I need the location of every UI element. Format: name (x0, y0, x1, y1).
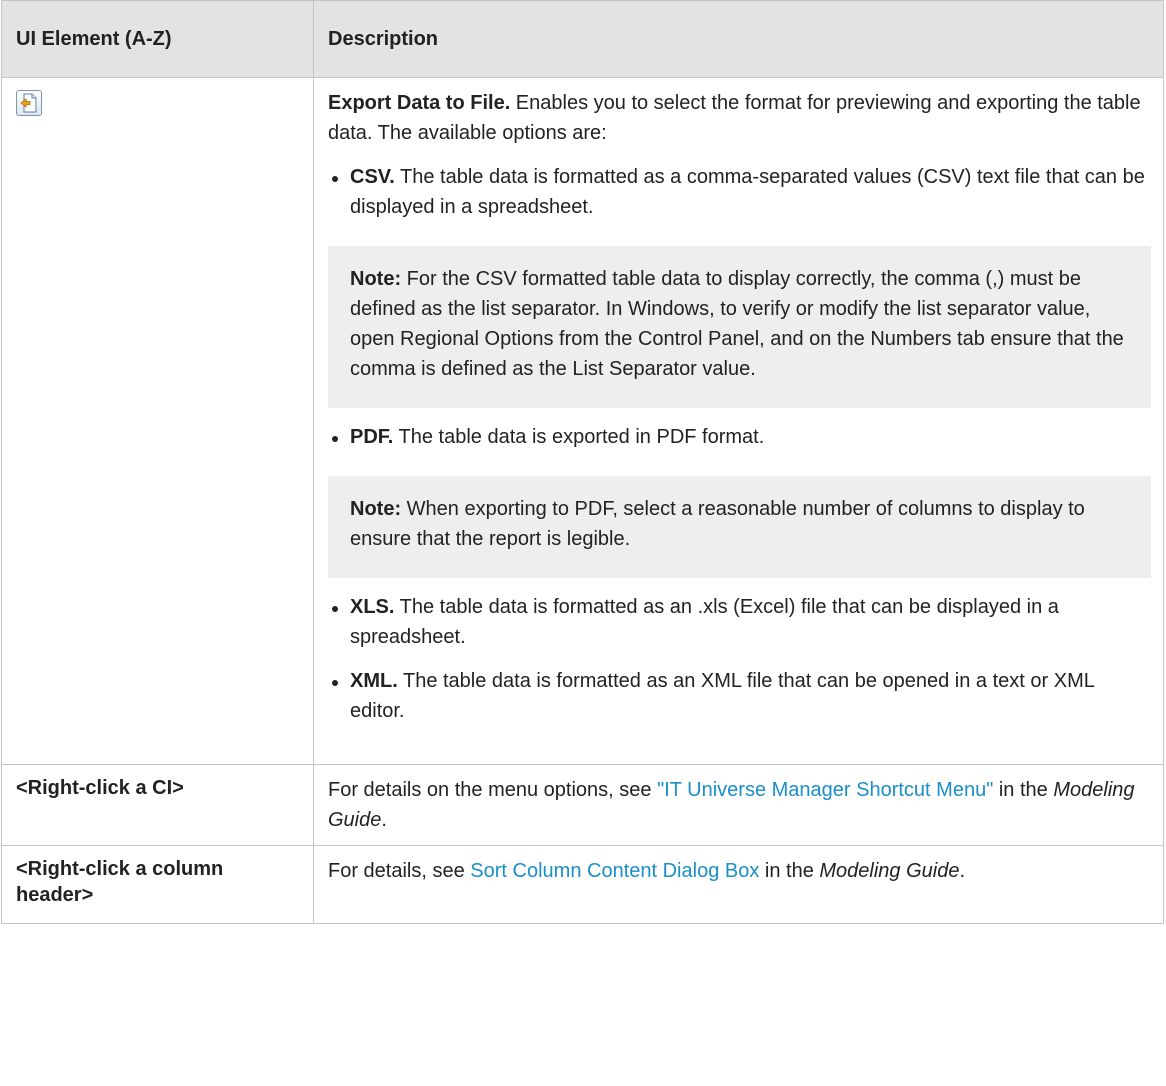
desc-prefix: For details on the menu options, see (328, 779, 658, 801)
desc-mid: in the (759, 860, 820, 882)
note-text: When exporting to PDF, select a reasonab… (350, 498, 1085, 550)
option-text: The table data is exported in PDF format… (393, 426, 765, 448)
guide-name: Modeling Guide (819, 860, 960, 882)
desc-suffix: . (959, 860, 966, 882)
description-cell: Export Data to File. Enables you to sele… (313, 77, 1164, 765)
list-item-csv: CSV. The table data is formatted as a co… (328, 162, 1151, 408)
header-ui-element: UI Element (A-Z) (1, 0, 314, 78)
ui-element-right-click-ci: <Right-click a CI> (1, 764, 314, 846)
sort-column-dialog-link[interactable]: Sort Column Content Dialog Box (470, 860, 759, 882)
list-item-xml: XML. The table data is formatted as an X… (328, 666, 1151, 726)
note-label: Note: (350, 268, 402, 290)
table-row: <Right-click a column header> For detail… (1, 845, 1164, 924)
option-text: The table data is formatted as an .xls (… (350, 596, 1059, 648)
list-item-xls: XLS. The table data is formatted as an .… (328, 592, 1151, 652)
note-label: Note: (350, 498, 402, 520)
option-text: The table data is formatted as an XML fi… (350, 670, 1095, 722)
list-item-pdf: PDF. The table data is exported in PDF f… (328, 422, 1151, 578)
desc-mid: in the (993, 779, 1054, 801)
description-cell: For details on the menu options, see "IT… (313, 764, 1164, 846)
pdf-note: Note: When exporting to PDF, select a re… (328, 476, 1151, 578)
desc-prefix: For details, see (328, 860, 471, 882)
csv-note: Note: For the CSV formatted table data t… (328, 246, 1151, 408)
option-label: XML. (350, 670, 398, 692)
option-label: XLS. (350, 596, 395, 618)
option-label: PDF. (350, 426, 394, 448)
header-description: Description (313, 0, 1164, 78)
ui-element-cell (1, 77, 314, 765)
format-options-list: CSV. The table data is formatted as a co… (328, 162, 1151, 726)
table-header-row: UI Element (A-Z) Description (1, 0, 1164, 78)
export-title: Export Data to File. (328, 92, 511, 114)
description-cell: For details, see Sort Column Content Dia… (313, 845, 1164, 924)
option-text: The table data is formatted as a comma-s… (350, 166, 1145, 218)
export-intro: Export Data to File. Enables you to sele… (328, 88, 1151, 148)
export-data-icon[interactable] (16, 90, 42, 116)
ui-elements-table: UI Element (A-Z) Description Export Data… (1, 0, 1164, 924)
table-row: Export Data to File. Enables you to sele… (1, 77, 1164, 765)
option-label: CSV. (350, 166, 395, 188)
desc-suffix: . (381, 809, 387, 831)
shortcut-menu-link[interactable]: "IT Universe Manager Shortcut Menu" (657, 779, 993, 801)
table-row: <Right-click a CI> For details on the me… (1, 764, 1164, 846)
export-data-icon-glyph (20, 93, 37, 113)
note-text: For the CSV formatted table data to disp… (350, 268, 1124, 380)
ui-element-right-click-column: <Right-click a column header> (1, 845, 314, 924)
